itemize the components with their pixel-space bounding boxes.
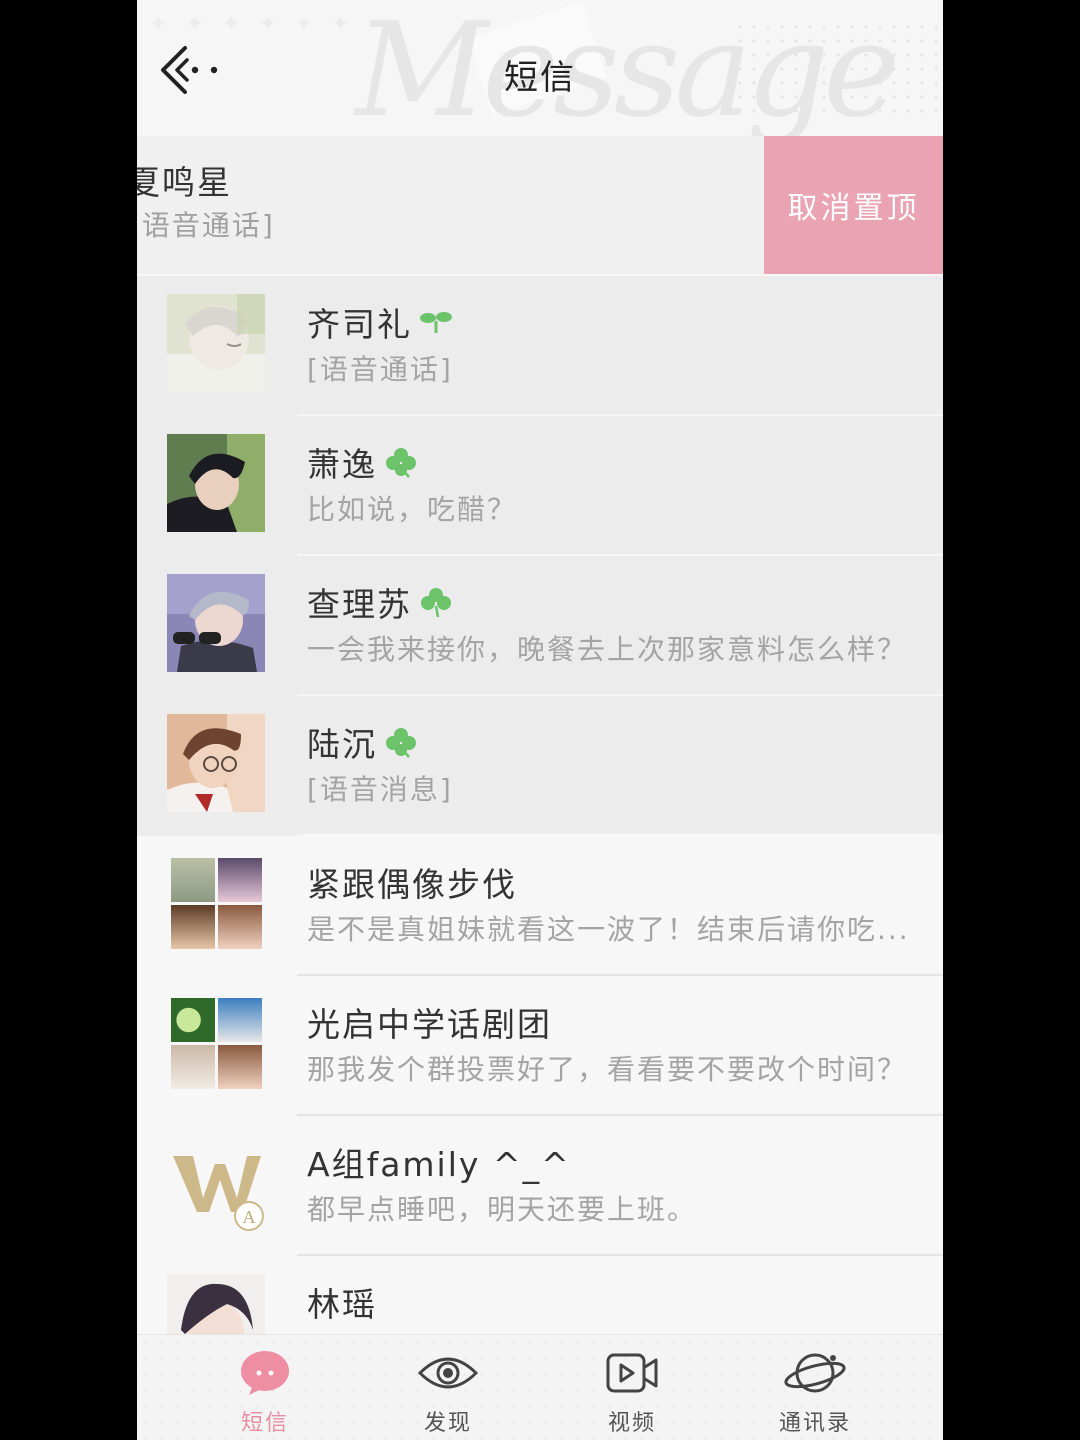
clover-icon — [421, 588, 451, 618]
nav-label: 发现 — [423, 1411, 472, 1436]
contact-name-text: 查理苏 — [307, 585, 412, 624]
message-preview: 一会我来接你，晚餐去上次那家意料怎么样？ — [307, 633, 908, 666]
contact-name: 林瑶 — [307, 1285, 377, 1324]
sprout-icon — [420, 312, 452, 333]
nav-tab-video[interactable]: 视频 — [572, 1343, 692, 1440]
nav-label: 视频 — [607, 1411, 656, 1436]
conversation-row[interactable]: 萧逸 比如说，吃醋？ — [137, 416, 943, 556]
bottom-nav: 短信 发现 视频 通讯录 — [137, 1334, 943, 1440]
conversation-row[interactable]: 齐司礼 [语音通话] — [137, 276, 943, 416]
avatar — [167, 294, 265, 392]
message-preview: 比如说，吃醋？ — [307, 493, 518, 526]
conversation-row[interactable]: A A组family ^_^ 都早点睡吧，明天还要上班。 — [137, 1116, 943, 1256]
contact-name-text: 齐司礼 — [307, 305, 412, 344]
group-member-avatar — [171, 1045, 215, 1089]
group-avatar — [171, 998, 263, 1090]
contact-name: 光启中学话剧团 — [307, 1005, 552, 1044]
clover-icon — [386, 728, 416, 758]
contact-name: 查理苏 — [307, 578, 452, 626]
video-icon — [606, 1353, 658, 1393]
unpin-button[interactable]: 取消置顶 — [764, 136, 943, 274]
avatar — [167, 434, 265, 532]
message-screen: ✦✦✦✦✦✦ Message 短信 夏鸣星 [语音通话] 取消置顶 齐司礼 [语… — [137, 0, 943, 1440]
header: ✦✦✦✦✦✦ Message 短信 — [137, 0, 943, 136]
svg-text:A: A — [243, 1207, 256, 1227]
message-preview: 都早点睡吧，明天还要上班。 — [307, 1193, 698, 1226]
planet-icon — [784, 1353, 846, 1393]
nav-label: 短信 — [240, 1411, 289, 1436]
group-member-avatar — [218, 905, 262, 949]
conversation-row[interactable]: 紧跟偶像步伐 是不是真姐妹就看这一波了！结束后请你吃... — [137, 836, 943, 976]
message-preview: [语音通话] — [307, 353, 453, 386]
contact-name: 紧跟偶像步伐 — [307, 865, 517, 904]
group-member-avatar — [218, 998, 262, 1042]
group-member-avatar — [171, 858, 215, 902]
nav-label: 通讯录 — [778, 1411, 851, 1436]
message-preview: 那我发个群投票好了，看看要不要改个时间？ — [307, 1053, 908, 1086]
avatar — [167, 574, 265, 672]
message-preview: [语音通话] — [137, 209, 275, 242]
nav-tab-messages[interactable]: 短信 — [205, 1343, 325, 1440]
contact-name: A组family ^_^ — [307, 1145, 571, 1184]
eye-icon — [417, 1357, 479, 1389]
contact-name: 夏鸣星 — [137, 163, 232, 202]
message-preview: [语音消息] — [307, 773, 453, 806]
star-pattern: ✦✦✦✦✦✦ — [149, 12, 368, 37]
contact-name: 齐司礼 — [307, 298, 452, 346]
group-member-avatar — [171, 998, 215, 1042]
conversation-row[interactable]: 查理苏 一会我来接你，晚餐去上次那家意料怎么样？ — [137, 556, 943, 696]
clover-icon — [386, 448, 416, 478]
group-member-avatar — [218, 1045, 262, 1089]
group-logo-icon: A — [173, 1156, 264, 1231]
conversation-row[interactable]: 陆沉 [语音消息] — [137, 696, 943, 836]
message-preview: 是不是真姐妹就看这一波了！结束后请你吃... — [307, 913, 910, 946]
contact-name-text: 陆沉 — [307, 725, 377, 764]
avatar — [167, 714, 265, 812]
contact-name: 萧逸 — [307, 438, 417, 486]
nav-tab-discover[interactable]: 发现 — [388, 1343, 508, 1440]
nav-tab-contacts[interactable]: 通讯录 — [755, 1343, 875, 1440]
contact-name: 陆沉 — [307, 718, 417, 766]
avatar: A — [167, 1134, 265, 1232]
page-title: 短信 — [504, 58, 576, 98]
conversation-row[interactable]: 光启中学话剧团 那我发个群投票好了，看看要不要改个时间？ — [137, 976, 943, 1116]
group-avatar — [171, 858, 263, 950]
group-member-avatar — [218, 858, 262, 902]
contact-name-text: 萧逸 — [307, 445, 377, 484]
message-bubble-icon — [241, 1351, 289, 1395]
pinned-conversation-swiped[interactable]: 夏鸣星 [语音通话] 取消置顶 — [137, 136, 943, 274]
group-member-avatar — [171, 905, 215, 949]
